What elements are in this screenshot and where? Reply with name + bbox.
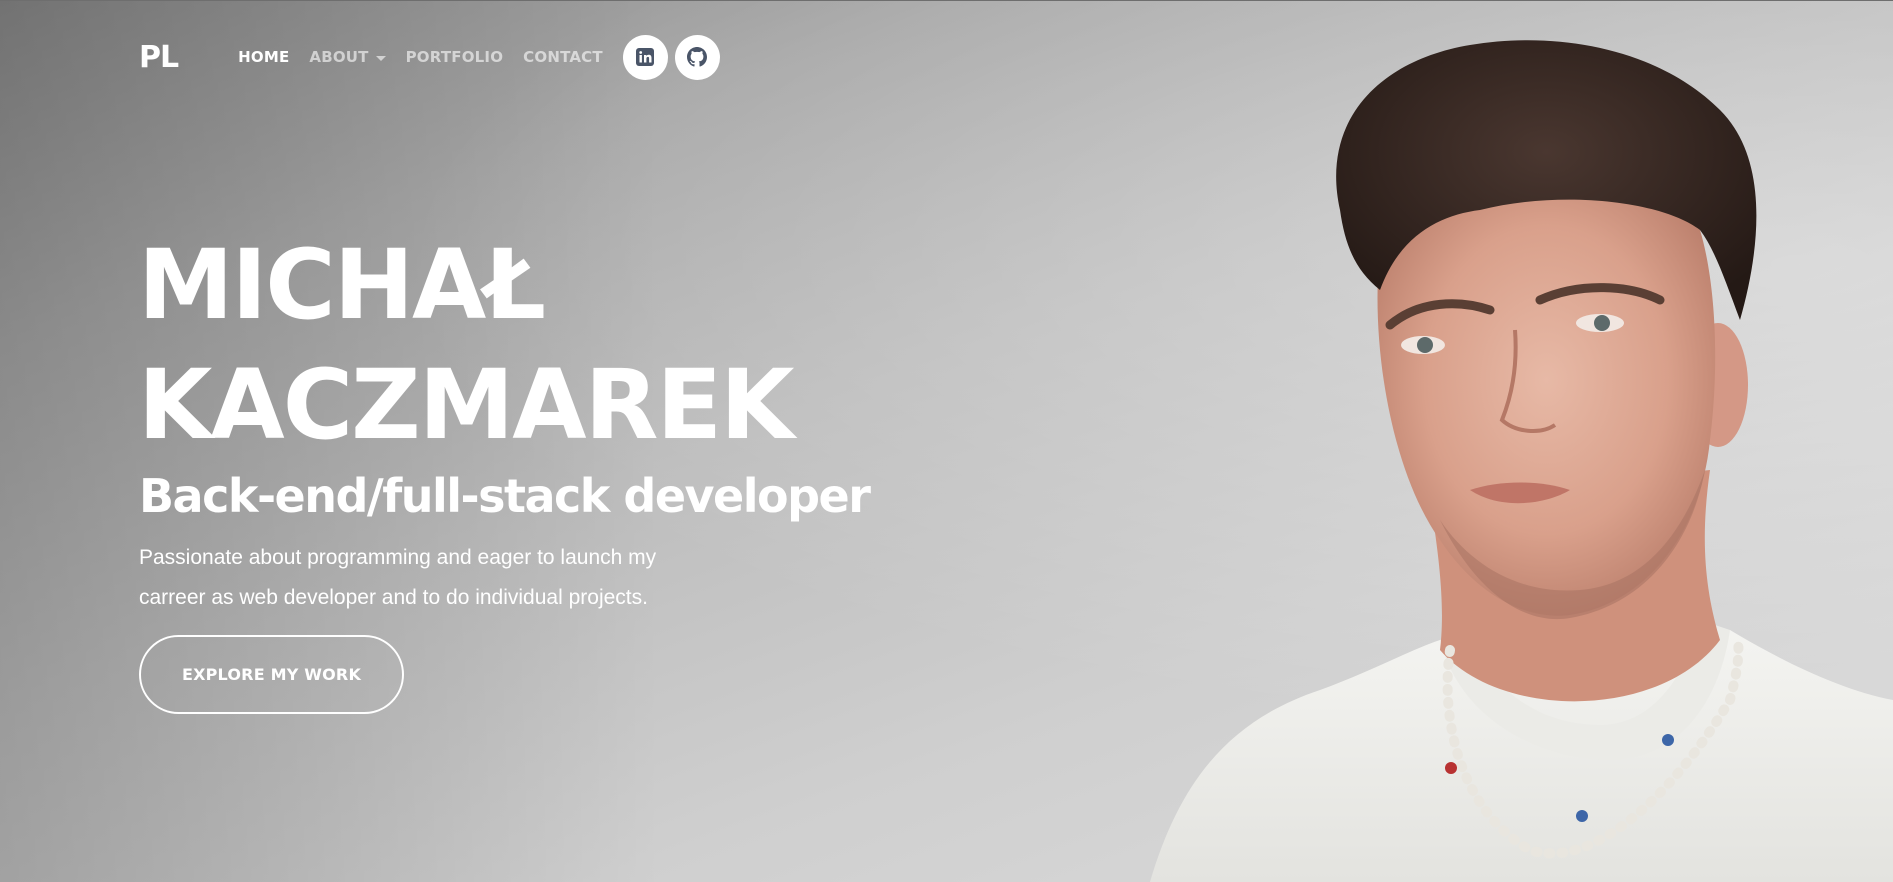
hero-subtitle: Back-end/full-stack developer bbox=[139, 469, 871, 523]
hero-name-first: MICHAŁ bbox=[138, 229, 546, 341]
nav-link-about[interactable]: ABOUT bbox=[309, 48, 386, 66]
caret-down-icon bbox=[375, 55, 386, 61]
main-navbar: PL HOME ABOUT PORTFOLIO CONTACT bbox=[139, 34, 727, 80]
nav-link-portfolio[interactable]: PORTFOLIO bbox=[406, 48, 504, 66]
github-button[interactable] bbox=[674, 34, 720, 80]
nav-link-contact[interactable]: CONTACT bbox=[523, 48, 603, 66]
hero-description: Passionate about programming and eager t… bbox=[139, 546, 657, 609]
linkedin-button[interactable] bbox=[622, 34, 668, 80]
nav-link-home[interactable]: HOME bbox=[238, 48, 289, 66]
github-icon bbox=[687, 47, 708, 67]
profile-photo bbox=[1150, 40, 1893, 882]
explore-work-button[interactable]: EXPLORE MY WORK bbox=[139, 635, 404, 714]
hero-name-last: KACZMAREK bbox=[138, 349, 794, 461]
brand-logo[interactable]: PL bbox=[139, 40, 179, 75]
linkedin-icon bbox=[636, 48, 655, 66]
nav-link-about-label: ABOUT bbox=[309, 48, 369, 66]
hero-name: MICHAŁ KACZMAREK bbox=[138, 225, 858, 465]
